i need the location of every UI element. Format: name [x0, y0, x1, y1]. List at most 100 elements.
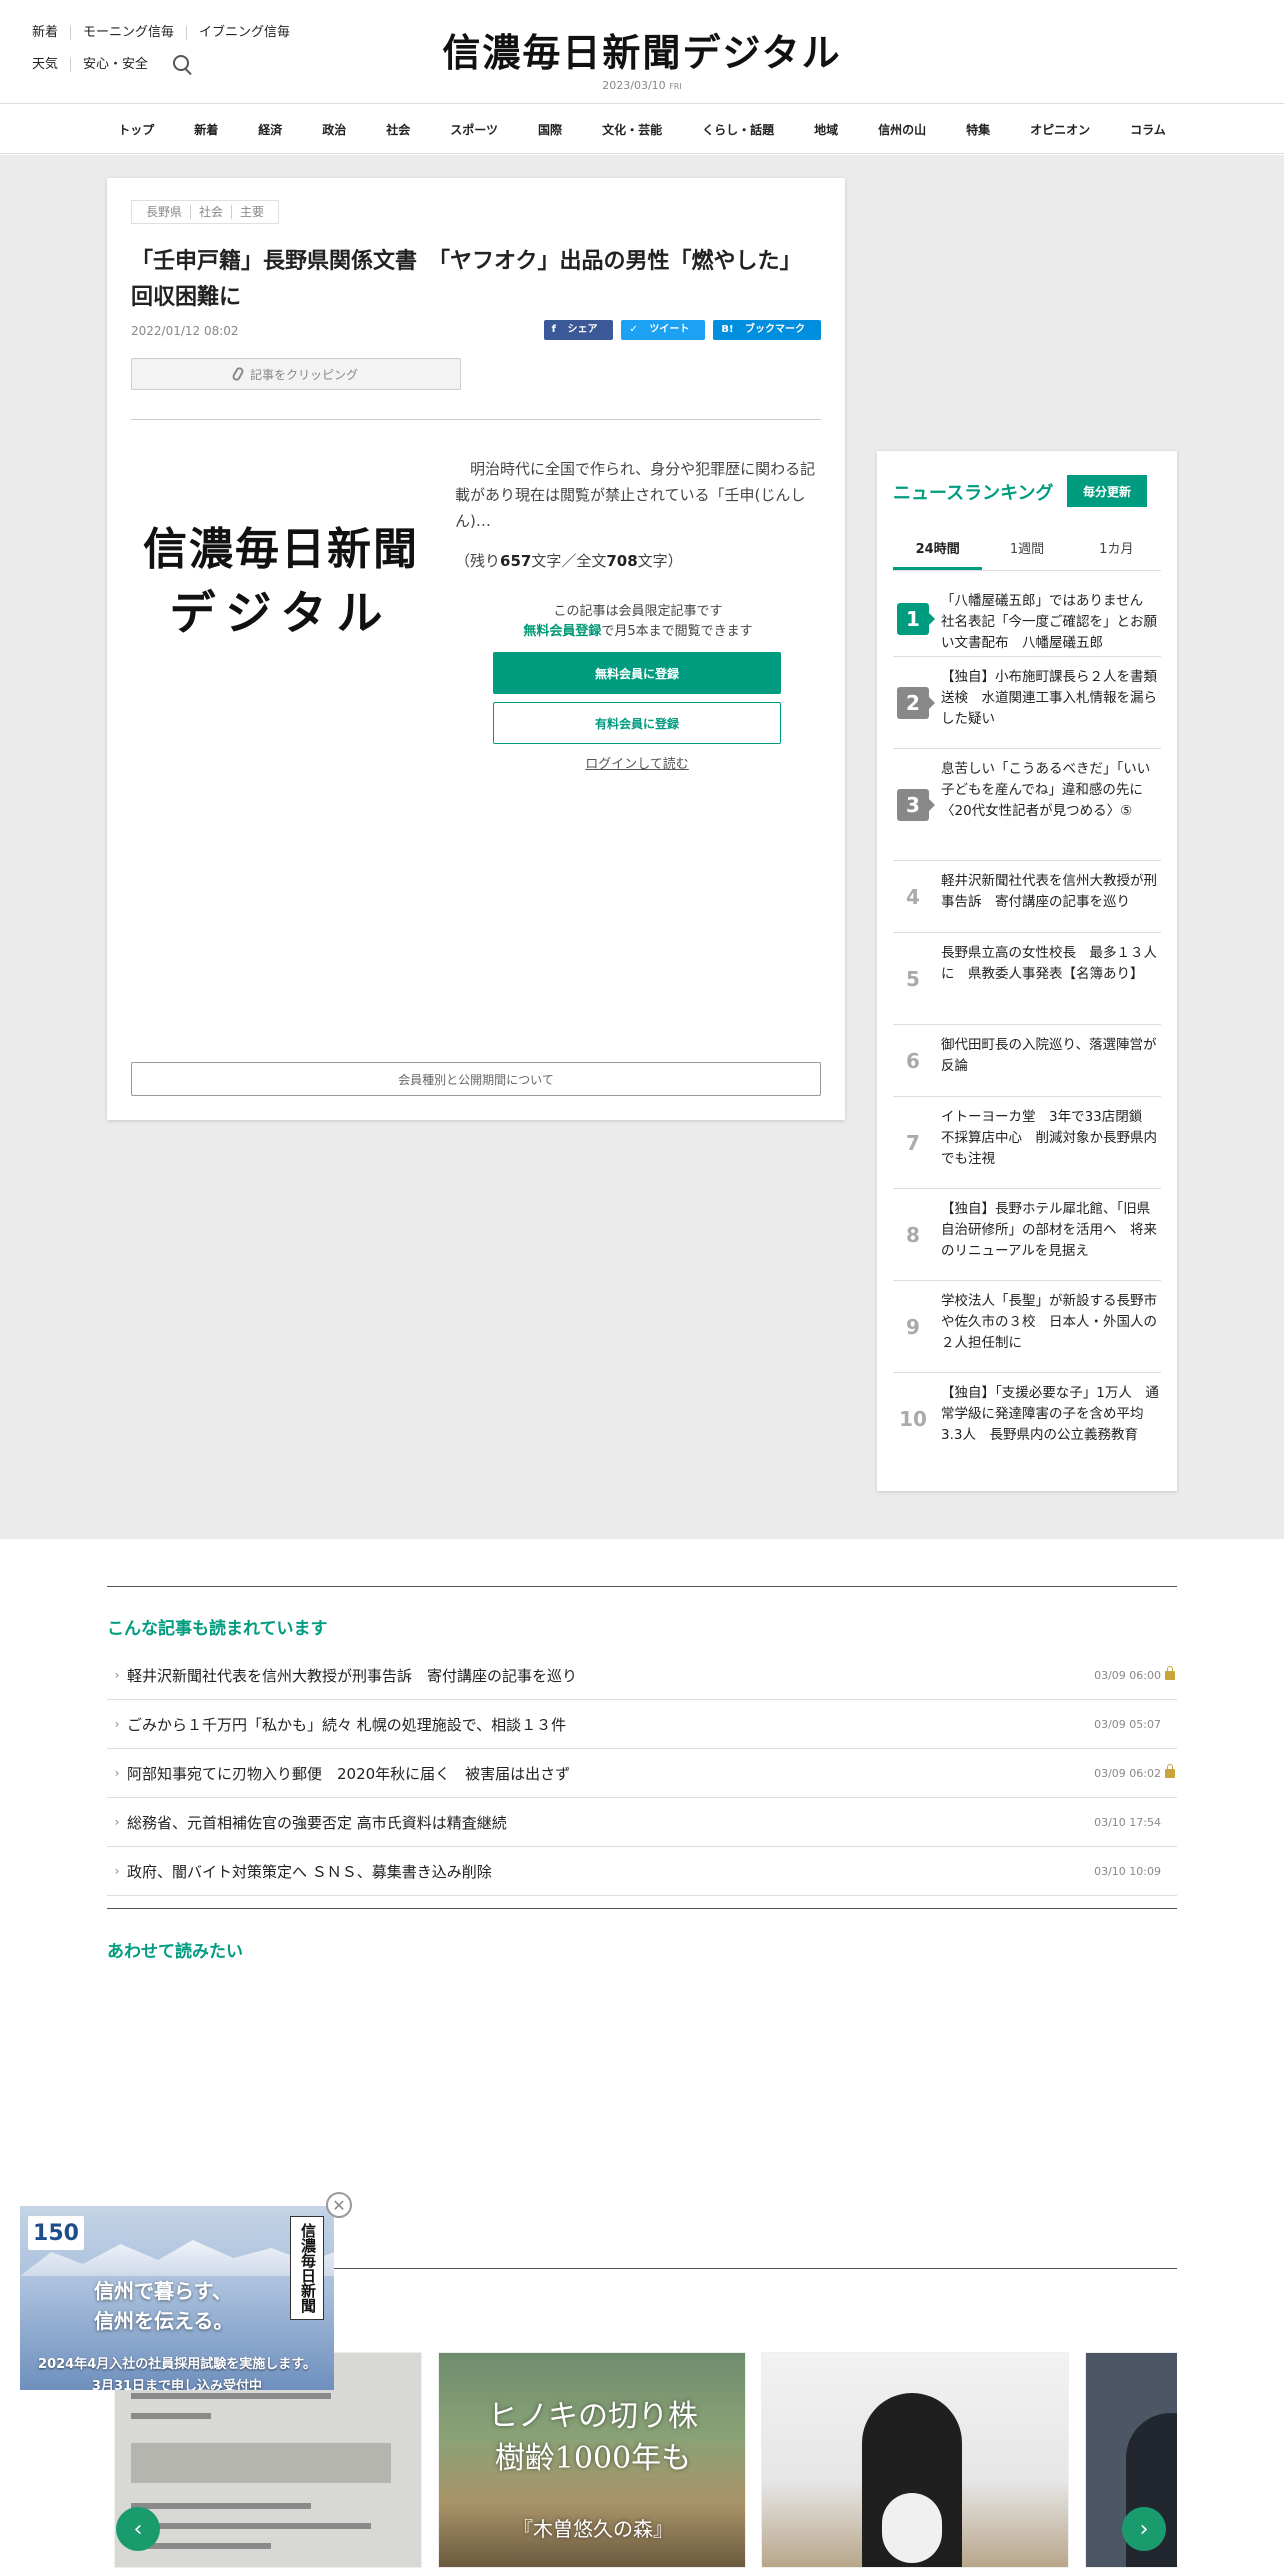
nav-item-top[interactable]: トップ	[98, 121, 174, 138]
carousel-next-button[interactable]: ›	[1122, 2507, 1166, 2551]
chevron-right-icon: ›	[114, 1864, 120, 1878]
rank-number: 3	[897, 788, 935, 821]
login-link[interactable]: ログインして読む	[493, 753, 781, 772]
ranking-update-badge: 毎分更新	[1067, 475, 1147, 507]
ranking-item[interactable]: 7 イトーヨーカ堂 3年で33店閉鎖 不採算店中心 削減対象か長野県内でも注視	[893, 1097, 1161, 1189]
article-tags: 長野県 社会 主要	[131, 200, 280, 224]
clip-button[interactable]: 記事をクリッピング	[131, 358, 461, 390]
card-caption: 『木曽悠久の森』	[513, 2517, 673, 2541]
remaining-chars: （残り657文字／全文708文字）	[455, 552, 683, 570]
popular-item[interactable]: › ごみから１千万円「私かも」続々 札幌の処理施設で、相談１３件 03/09 0…	[107, 1700, 1177, 1749]
ranking-list: 1 「八幡屋礒五郎」ではありません 社名表記「今一度ご確認を」とお願い文書配布 …	[893, 581, 1161, 1465]
thumb-logo-line1: 信濃毎日新聞	[143, 524, 419, 575]
nav-item-sports[interactable]: スポーツ	[430, 121, 518, 138]
cat-photo	[852, 2373, 972, 2567]
tag-society[interactable]: 社会	[190, 205, 231, 219]
ranking-item-text: 「八幡屋礒五郎」ではありません 社名表記「今一度ご確認を」とお願い文書配布 八幡…	[941, 593, 1157, 651]
nav-item-column[interactable]: コラム	[1110, 121, 1186, 138]
close-icon[interactable]: ✕	[326, 2192, 352, 2218]
ranking-item[interactable]: 3 息苦しい「こうあるべきだ」「いい子どもを産んでね」違和感の先に 〈20代女性…	[893, 749, 1161, 861]
nav-item-new[interactable]: 新着	[174, 121, 238, 138]
ranking-item[interactable]: 6 御代田町長の入院巡り、落選陣営が反論	[893, 1025, 1161, 1097]
popular-item[interactable]: › 軽井沢新聞社代表を信州大教授が刑事告訴 寄付講座の記事を巡り 03/09 0…	[107, 1651, 1177, 1700]
site-logo[interactable]: 信濃毎日新聞デジタル 2023/03/10 FRI	[0, 22, 1284, 92]
nav-item-mountain[interactable]: 信州の山	[858, 121, 946, 138]
popular-item-text: ごみから１千万円「私かも」続々 札幌の処理施設で、相談１３件	[127, 1715, 567, 1734]
nav-item-society[interactable]: 社会	[366, 121, 430, 138]
free-register-text: で月5本まで閲覧できます	[601, 624, 753, 639]
chevron-right-icon: ›	[114, 1717, 120, 1731]
popular-item-text: 阿部知事宛てに刃物入り郵便 2020年秋に届く 被害届は出さず	[127, 1764, 571, 1783]
ranking-item-text: 長野県立高の女性校長 最多１３人に 県教委人事発表【名簿あり】	[941, 945, 1157, 982]
divider	[131, 419, 821, 420]
logo-text: 信濃毎日新聞デジタル	[442, 30, 842, 75]
rank-number: 4	[906, 884, 920, 909]
ranking-item-text: 【独自】「支援必要な子」1万人 通常学級に発達障害の子を含め平均3.3人 長野県…	[941, 1385, 1159, 1443]
card-caption: 樹齢1000年も	[494, 2441, 692, 2476]
banner-headline: 信州で暮らす、 信州を伝える。	[94, 2279, 234, 2333]
ranking-item-text: 御代田町長の入院巡り、落選陣営が反論	[941, 1037, 1157, 1074]
paperclip-icon	[231, 365, 245, 383]
ranking-item[interactable]: 2 【独自】小布施町課長ら２人を書類送検 水道関連工事入札情報を漏らした疑い	[893, 657, 1161, 749]
popular-item-text: 政府、闇バイト対策策定へ ＳＮＳ、募集書き込み削除	[127, 1862, 492, 1881]
nav-item-economy[interactable]: 経済	[238, 121, 302, 138]
tab-1month[interactable]: 1カ月	[1072, 535, 1161, 570]
chevron-right-icon: ›	[114, 1766, 120, 1780]
clip-label: 記事をクリッピング	[249, 367, 358, 382]
chevron-right-icon: ›	[114, 1815, 120, 1829]
nav-item-politics[interactable]: 政治	[302, 121, 366, 138]
paid-register-button[interactable]: 有料会員に登録	[493, 702, 781, 744]
ranking-item[interactable]: 4 軽井沢新聞社代表を信州大教授が刑事告訴 寄付講座の記事を巡り	[893, 861, 1161, 933]
tag-main[interactable]: 主要	[231, 205, 272, 219]
section-divider	[107, 1908, 1177, 1909]
nav-item-international[interactable]: 国際	[518, 121, 582, 138]
section-divider	[107, 1586, 1177, 1587]
tab-1week[interactable]: 1週間	[982, 535, 1071, 570]
facebook-share-button[interactable]: f シェア	[543, 320, 614, 340]
ranking-title: ニュースランキング	[893, 483, 1054, 504]
popular-item[interactable]: › 阿部知事宛てに刃物入り郵便 2020年秋に届く 被害届は出さず 03/09 …	[107, 1749, 1177, 1798]
ranking-item[interactable]: 5 長野県立高の女性校長 最多１３人に 県教委人事発表【名簿あり】	[893, 933, 1161, 1025]
ranking-item-text: 【独自】小布施町課長ら２人を書類送検 水道関連工事入札情報を漏らした疑い	[941, 669, 1157, 727]
hatena-bookmark-button[interactable]: B! ブックマーク	[713, 320, 821, 340]
rank-number: 10	[899, 1407, 927, 1431]
tag-prefecture[interactable]: 長野県	[138, 205, 190, 219]
recruit-banner[interactable]: 150 信濃毎日新聞 信州で暮らす、 信州を伝える。 2024年4月入社の社員採用…	[20, 2206, 334, 2390]
ranking-item[interactable]: 1 「八幡屋礒五郎」ではありません 社名表記「今一度ご確認を」とお願い文書配布 …	[893, 581, 1161, 657]
ranking-item[interactable]: 9 学校法人「長聖」が新設する長野市や佐久市の３校 日本人・外国人の２人担任制に	[893, 1281, 1161, 1373]
news-ranking: ニュースランキング 毎分更新 24時間 1週間 1カ月 1 「八幡屋礒五郎」では…	[877, 451, 1177, 1491]
rank-number: 1	[897, 602, 935, 635]
free-register-button[interactable]: 無料会員に登録	[493, 652, 781, 694]
popular-item-time: 03/09 06:02	[1094, 1766, 1161, 1780]
ranking-item[interactable]: 10 【独自】「支援必要な子」1万人 通常学級に発達障害の子を含め平均3.3人 …	[893, 1373, 1161, 1465]
twitter-share-button[interactable]: ✓ ツイート	[621, 320, 706, 340]
article-lead: 明治時代に全国で作られ、身分や犯罪歴に関わる記載があり現在は閲覧が禁止されている…	[455, 460, 816, 530]
nav-item-feature[interactable]: 特集	[946, 121, 1010, 138]
carousel-card[interactable]	[761, 2352, 1069, 2568]
carousel-card[interactable]: ヒノキの切り株 樹齢1000年も 『木曽悠久の森』	[438, 2352, 746, 2568]
card-caption: ヒノキの切り株	[488, 2399, 698, 2434]
popular-item[interactable]: › 総務省、元首相補佐官の強要否定 高市氏資料は精査継続 03/10 17:54	[107, 1798, 1177, 1847]
chevron-right-icon: ›	[114, 1668, 120, 1682]
tab-24h[interactable]: 24時間	[893, 535, 983, 570]
ranking-item[interactable]: 8 【独自】長野ホテル犀北館、「旧県自治研修所」の部材を活用へ 将来のリニューア…	[893, 1189, 1161, 1281]
ranking-item-text: 軽井沢新聞社代表を信州大教授が刑事告訴 寄付講座の記事を巡り	[941, 873, 1157, 910]
ranking-tabs: 24時間 1週間 1カ月	[893, 535, 1161, 571]
carousel-prev-button[interactable]: ‹	[116, 2507, 160, 2551]
ranking-item-text: 【独自】長野ホテル犀北館、「旧県自治研修所」の部材を活用へ 将来のリニューアルを…	[941, 1201, 1157, 1259]
ranking-item-text: 学校法人「長聖」が新設する長野市や佐久市の３校 日本人・外国人の２人担任制に	[941, 1293, 1157, 1351]
popular-title: こんな記事も読まれています	[107, 1619, 328, 1639]
membership-info-button[interactable]: 会員種別と公開期間について	[131, 1062, 821, 1096]
popular-item-text: 軽井沢新聞社代表を信州大教授が刑事告訴 寄付講座の記事を巡り	[127, 1666, 578, 1685]
rank-number: 7	[906, 1130, 920, 1155]
popular-item[interactable]: › 政府、闇バイト対策策定へ ＳＮＳ、募集書き込み削除 03/10 10:09	[107, 1847, 1177, 1896]
nav-item-region[interactable]: 地域	[794, 121, 858, 138]
popular-item-time: 03/10 17:54	[1094, 1815, 1161, 1829]
popular-item-text: 総務省、元首相補佐官の強要否定 高市氏資料は精査継続	[127, 1813, 507, 1832]
nav-item-culture[interactable]: 文化・芸能	[582, 121, 682, 138]
nav-item-life[interactable]: くらし・話題	[682, 121, 794, 138]
members-notice: この記事は会員限定記事です 無料会員登録で月5本まで閲覧できます	[455, 602, 821, 642]
popular-list: › 軽井沢新聞社代表を信州大教授が刑事告訴 寄付講座の記事を巡り 03/09 0…	[107, 1651, 1177, 1896]
nav-item-opinion[interactable]: オピニオン	[1010, 121, 1110, 138]
free-register-link[interactable]: 無料会員登録	[523, 624, 601, 639]
